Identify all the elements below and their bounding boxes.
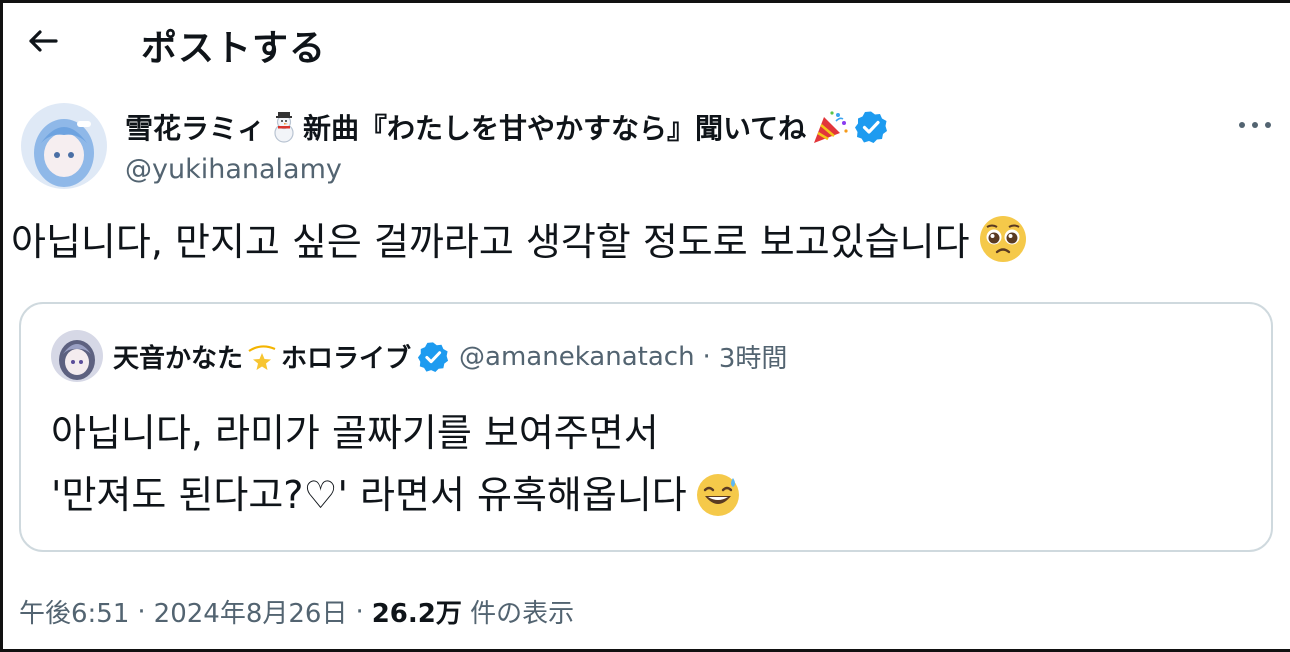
author-name[interactable]: 雪花ラミィ 新曲『わたしを甘やかすなら』聞いてね	[125, 107, 888, 147]
quoted-time: 3時間	[718, 344, 788, 374]
pleading-face-icon	[979, 215, 1026, 262]
quoted-author-name-prefix: 天音かなた	[113, 344, 244, 374]
quoted-text-line: 아닙니다, 라미가 골짜기를 보여주면서	[51, 402, 741, 464]
party-popper-icon	[814, 111, 848, 143]
author-avatar[interactable]	[21, 103, 107, 189]
verified-badge-icon	[417, 341, 449, 372]
post-date[interactable]: 2024年8月26日	[154, 593, 348, 630]
quoted-line-1: 아닙니다, 라미가 골짜기를 보여주면서	[51, 411, 659, 455]
author-name-suffix: 新曲『わたしを甘やかすなら』聞いてね	[303, 112, 807, 145]
back-button[interactable]	[23, 21, 63, 61]
post-time[interactable]: 午後6:51	[19, 593, 129, 630]
verified-badge-icon	[855, 111, 888, 143]
sweat-smile-icon	[696, 474, 739, 516]
more-horizontal-icon	[1239, 122, 1271, 128]
dizzy-star-icon	[248, 344, 276, 370]
tweet-text: 아닙니다, 만지고 싶은 걸까라고 생각할 정도로 보고있습니다	[11, 211, 1028, 266]
view-count-link[interactable]: 26.2万 件の表示	[372, 593, 574, 630]
quoted-line-2: '만져도 된다고?♡' 라면서 유혹해옵니다	[51, 473, 687, 517]
view-count: 26.2万	[371, 599, 462, 629]
avatar-lamy-icon	[21, 103, 107, 189]
quoted-separator: ·	[702, 341, 711, 372]
quoted-tweet-text: 아닙니다, 라미가 골짜기를 보여주면서 '만져도 된다고?♡' 라면서 유혹해…	[51, 402, 741, 526]
author-handle[interactable]: @yukihanalamy	[125, 154, 342, 185]
quoted-author-avatar	[51, 330, 103, 382]
page-title: ポストする	[141, 28, 327, 69]
more-button[interactable]	[1231, 111, 1279, 139]
meta-separator: ·	[137, 596, 146, 627]
quoted-author-name: 天音かなた ホロライブ	[113, 338, 449, 375]
quoted-text-line: '만져도 된다고?♡' 라면서 유혹해옵니다	[51, 464, 741, 526]
tweet-meta: 午後6:51 · 2024年8月26日 · 26.2万 件の表示	[19, 593, 574, 630]
tweet-page: ポストする 雪花ラミィ 新曲『わたしを甘やかすなら』聞いてね @yukihana…	[0, 0, 1290, 652]
top-bar: ポストする	[3, 3, 1290, 83]
quoted-author-handle: @amanekanatach	[459, 341, 695, 372]
avatar-kanata-icon	[51, 330, 103, 382]
view-count-label: 件の表示	[470, 599, 575, 629]
snowman-icon	[274, 112, 294, 143]
tweet-body: 아닙니다, 만지고 싶은 걸까라고 생각할 정도로 보고있습니다	[11, 220, 970, 264]
meta-separator: ·	[355, 596, 364, 627]
arrow-left-icon	[29, 30, 58, 52]
quoted-tweet-header: 天音かなた ホロライブ @amanekanatach · 3時間	[113, 338, 787, 375]
quoted-author-name-suffix: ホロライブ	[281, 344, 412, 374]
quoted-tweet-card[interactable]: 天音かなた ホロライブ @amanekanatach · 3時間 아닙니다, 라…	[19, 302, 1273, 552]
author-name-prefix: 雪花ラミィ	[125, 112, 266, 145]
